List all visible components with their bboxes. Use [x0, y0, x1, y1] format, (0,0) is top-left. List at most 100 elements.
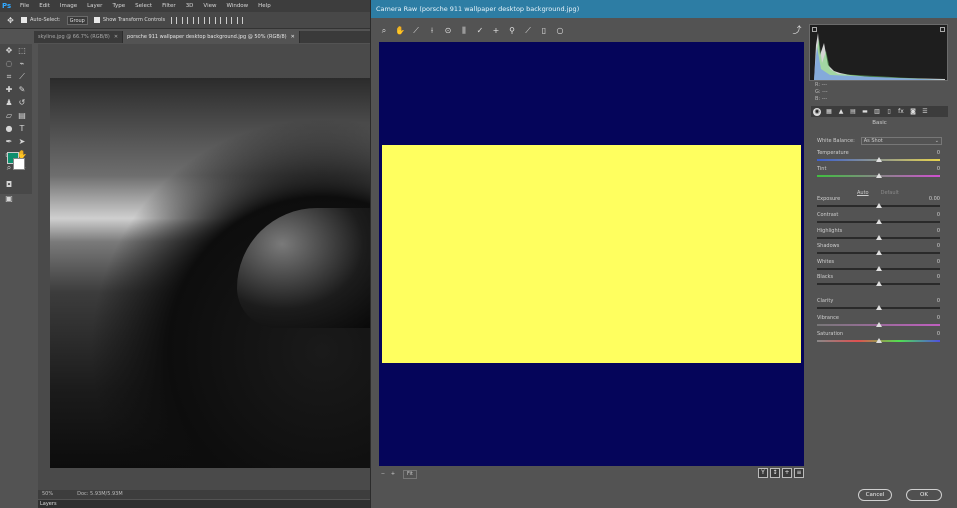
zoom-level-select[interactable]: Fit	[403, 469, 417, 479]
highlight-clipping-icon[interactable]	[940, 27, 945, 32]
crop-icon[interactable]: ⌗	[4, 72, 14, 82]
slider-thumb[interactable]	[875, 322, 882, 327]
close-icon[interactable]: ✕	[291, 34, 295, 40]
slider-value[interactable]: 0	[937, 298, 940, 304]
align-bottom-icon[interactable]	[193, 16, 200, 24]
align-left-icon[interactable]	[204, 16, 211, 24]
radial-filter-icon[interactable]: ▯	[539, 26, 549, 36]
align-top-icon[interactable]	[171, 16, 178, 24]
lasso-icon[interactable]: ◌	[4, 59, 14, 69]
document-canvas[interactable]	[38, 44, 387, 490]
lens-corrections-tab-icon[interactable]: ▥	[873, 108, 881, 116]
straighten-icon[interactable]: ⫼	[459, 26, 469, 36]
align-right-icon[interactable]	[226, 16, 233, 24]
slider-thumb[interactable]	[875, 305, 882, 310]
toggle-settings-button[interactable]: ≡	[794, 468, 804, 478]
presets-tab-icon[interactable]: ☰	[921, 108, 929, 116]
slider-value[interactable]: 0	[937, 212, 940, 218]
swap-button[interactable]: ↕	[770, 468, 780, 478]
zoom-out-button[interactable]: −	[379, 470, 387, 478]
menu-view[interactable]: View	[203, 3, 216, 9]
slider-thumb[interactable]	[875, 281, 882, 286]
zoom-in-button[interactable]: +	[389, 470, 397, 478]
move-icon[interactable]: ✥	[4, 46, 14, 56]
slider-value[interactable]: 0	[937, 259, 940, 265]
slider-thumb[interactable]	[875, 250, 882, 255]
rotate-icon[interactable]: ○	[555, 26, 565, 36]
close-icon[interactable]: ✕	[114, 34, 118, 40]
menu-filter[interactable]: Filter	[162, 3, 176, 9]
slider-thumb[interactable]	[875, 219, 882, 224]
healing-icon[interactable]: ✚	[4, 85, 14, 95]
copy-settings-button[interactable]: +	[782, 468, 792, 478]
fullscreen-icon[interactable]: ⤴	[791, 25, 803, 37]
slider-thumb[interactable]	[875, 266, 882, 271]
slider-value[interactable]: 0	[937, 166, 940, 172]
spot-removal-icon[interactable]: ✓	[475, 26, 485, 36]
menu-select[interactable]: Select	[135, 3, 152, 9]
menu-help[interactable]: Help	[258, 3, 271, 9]
basic-tab-icon[interactable]: ◉	[813, 107, 821, 116]
color-sampler-icon[interactable]: ⟊	[427, 26, 437, 36]
before-after-button[interactable]: Y	[758, 468, 768, 478]
menu-image[interactable]: Image	[60, 3, 77, 9]
align-middle-icon[interactable]	[182, 16, 189, 24]
align-center-icon[interactable]	[215, 16, 222, 24]
hand-icon[interactable]: ✋	[395, 26, 405, 36]
tab-porsche[interactable]: porsche 911 wallpaper desktop background…	[123, 31, 300, 43]
slider-value[interactable]: 0	[937, 331, 940, 337]
distribute-icon[interactable]	[237, 16, 244, 24]
tab-skyline[interactable]: skyline.jpg @ 66.7% (RGB/8) ✕	[34, 31, 124, 43]
effects-tab-icon[interactable]: fx	[897, 108, 905, 116]
split-toning-tab-icon[interactable]: ▬	[861, 108, 869, 116]
ok-button[interactable]: OK	[906, 489, 942, 501]
quick-select-icon[interactable]: ⌁	[17, 59, 27, 69]
slider-thumb[interactable]	[875, 173, 882, 178]
slider-value[interactable]: 0	[937, 150, 940, 156]
gradient-icon[interactable]: ▤	[17, 111, 27, 121]
clone-stamp-icon[interactable]: ♟	[4, 98, 14, 108]
menu-edit[interactable]: Edit	[39, 3, 50, 9]
show-transform-checkbox[interactable]	[93, 17, 100, 23]
slider-value[interactable]: 0.00	[929, 196, 940, 202]
slider-value[interactable]: 0	[937, 315, 940, 321]
marquee-icon[interactable]: ⬚	[17, 46, 27, 56]
dodge-icon[interactable]: ●	[4, 124, 14, 134]
slider-thumb[interactable]	[875, 157, 882, 162]
slider-thumb[interactable]	[875, 338, 882, 343]
move-tool-icon[interactable]: ✥	[6, 16, 15, 25]
cancel-button[interactable]: Cancel	[858, 489, 892, 501]
red-eye-icon[interactable]: +	[491, 26, 501, 36]
targeted-adjustment-icon[interactable]: ⊙	[443, 26, 453, 36]
quick-mask-icon[interactable]: ◘	[4, 180, 14, 190]
zoom-readout[interactable]: 50%	[42, 490, 53, 499]
brush-icon[interactable]: ✎	[17, 85, 27, 95]
menu-3d[interactable]: 3D	[186, 3, 194, 9]
slider-value[interactable]: 0	[937, 243, 940, 249]
image-preview[interactable]	[379, 42, 804, 466]
adjustment-brush-icon[interactable]: ⚲	[507, 26, 517, 36]
slider-value[interactable]: 0	[937, 274, 940, 280]
white-balance-icon[interactable]: ⟋	[411, 26, 421, 36]
eyedropper-icon[interactable]: ⟋	[17, 72, 27, 82]
zoom-icon[interactable]: ⌕	[379, 26, 389, 36]
white-balance-select[interactable]: As Shot ⌄	[860, 136, 942, 145]
slider-thumb[interactable]	[875, 203, 882, 208]
eraser-icon[interactable]: ▱	[4, 111, 14, 121]
screen-mode-icon[interactable]: ▣	[4, 194, 14, 204]
graduated-filter-icon[interactable]: ⟋	[523, 26, 533, 36]
detail-tab-icon[interactable]: ▲	[837, 108, 845, 116]
menu-file[interactable]: File	[20, 3, 29, 9]
pen-icon[interactable]: ✒	[4, 137, 14, 147]
transform-tab-icon[interactable]: ▯	[885, 108, 893, 116]
history-brush-icon[interactable]: ↺	[17, 98, 27, 108]
background-color-swatch[interactable]	[13, 158, 25, 170]
type-icon[interactable]: T	[17, 124, 27, 134]
slider-thumb[interactable]	[875, 235, 882, 240]
menu-window[interactable]: Window	[226, 3, 248, 9]
menu-type[interactable]: Type	[112, 3, 125, 9]
auto-select-dropdown[interactable]: Group	[66, 15, 88, 25]
camera-calibration-tab-icon[interactable]: ◙	[909, 108, 917, 116]
hsl-tab-icon[interactable]: ▤	[849, 108, 857, 116]
path-select-icon[interactable]: ➤	[17, 137, 27, 147]
